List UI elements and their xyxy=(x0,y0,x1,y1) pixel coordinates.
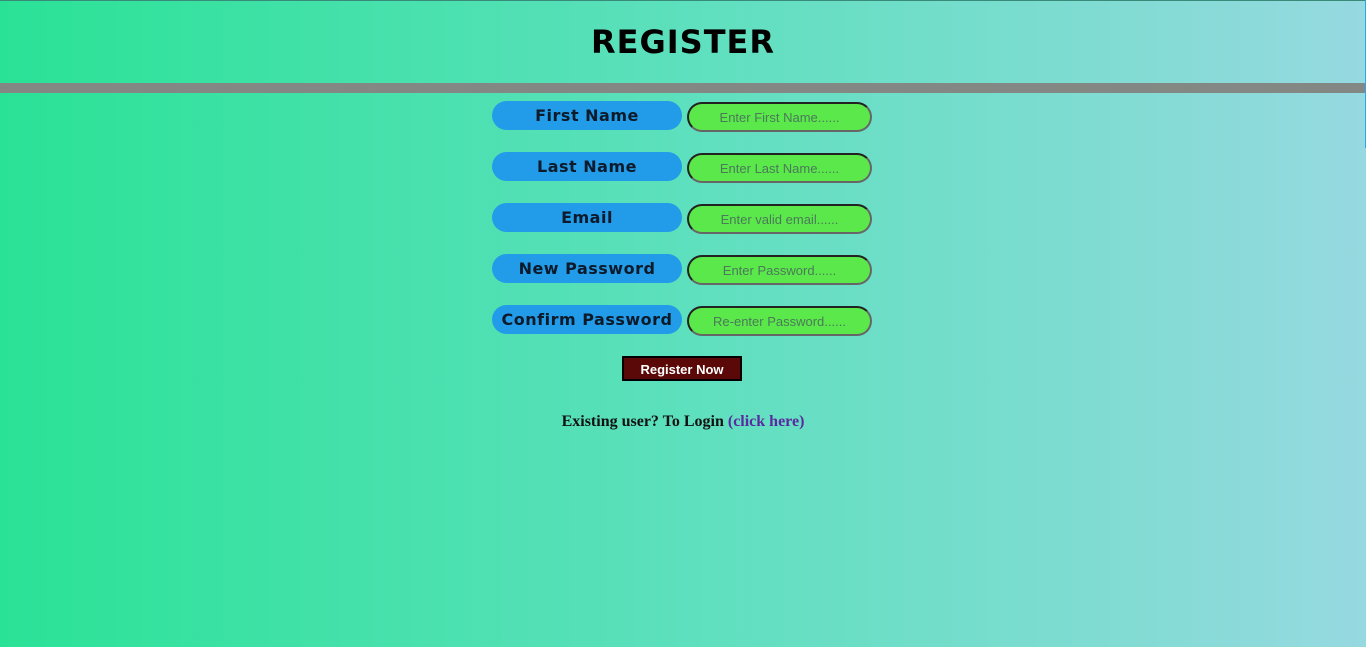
login-prompt: Existing user? To Login (click here) xyxy=(0,413,1366,431)
last-name-row: Last Name xyxy=(492,152,872,184)
last-name-input[interactable] xyxy=(687,153,872,183)
email-label: Email xyxy=(492,203,682,232)
confirm-password-input[interactable] xyxy=(687,306,872,336)
first-name-row: First Name xyxy=(492,101,872,133)
last-name-label: Last Name xyxy=(492,152,682,181)
first-name-label: First Name xyxy=(492,101,682,130)
confirm-password-label: Confirm Password xyxy=(492,305,682,334)
page-title: REGISTER xyxy=(590,23,776,61)
register-now-button[interactable]: Register Now xyxy=(622,356,742,381)
new-password-row: New Password xyxy=(492,254,872,286)
login-prompt-text: Existing user? To Login xyxy=(561,413,728,430)
page-header: REGISTER xyxy=(0,0,1366,83)
new-password-input[interactable] xyxy=(687,255,872,285)
first-name-input[interactable] xyxy=(687,102,872,132)
new-password-label: New Password xyxy=(492,254,682,283)
email-row: Email xyxy=(492,203,872,235)
email-input[interactable] xyxy=(687,204,872,234)
login-link[interactable]: (click here) xyxy=(728,413,805,430)
confirm-password-row: Confirm Password xyxy=(492,305,872,337)
header-divider xyxy=(0,83,1366,93)
